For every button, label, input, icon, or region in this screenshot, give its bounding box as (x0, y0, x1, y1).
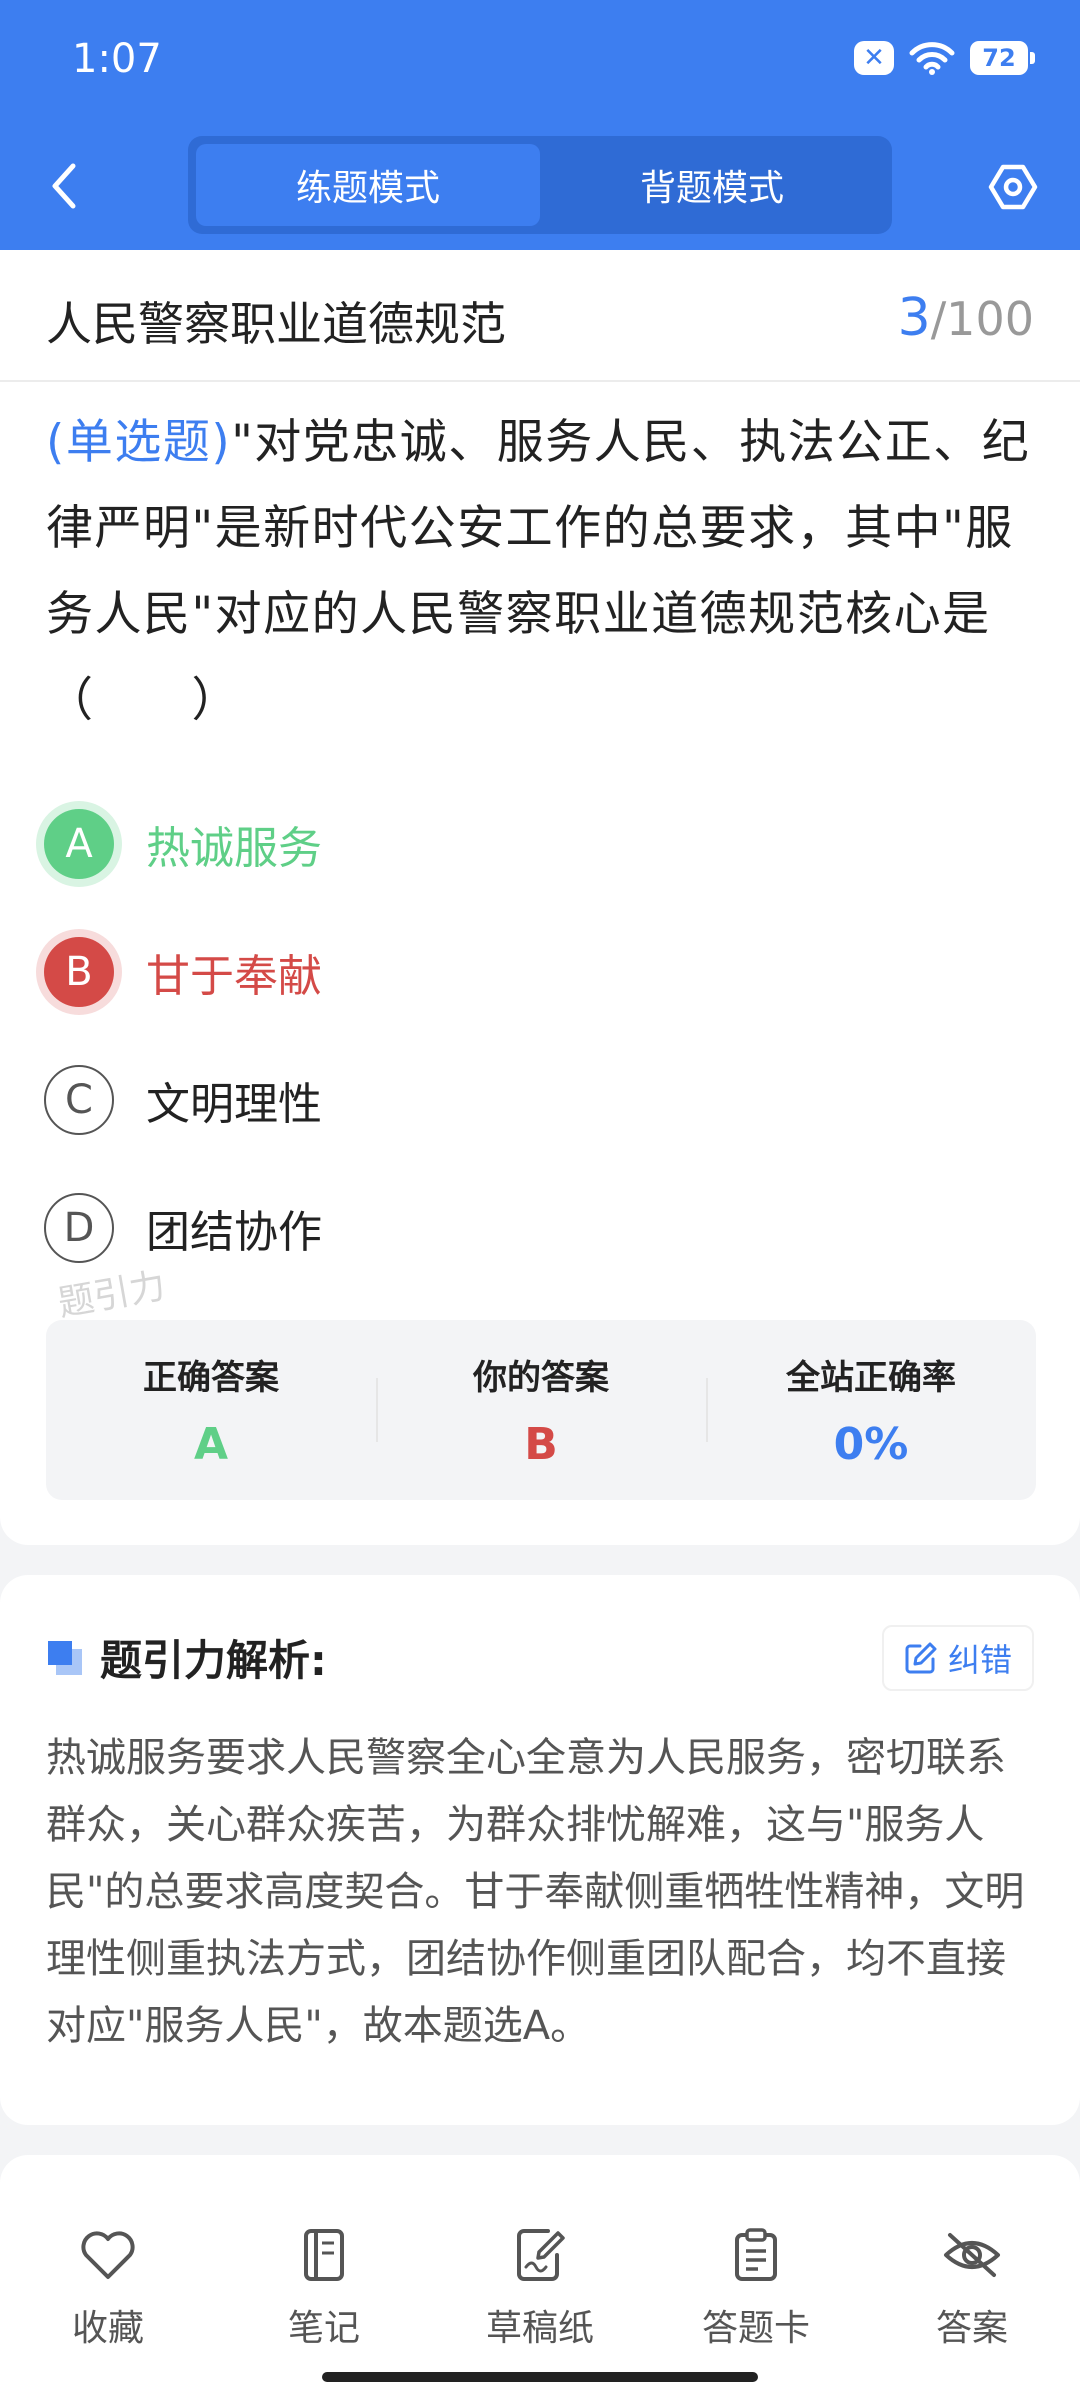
nav-label: 收藏 (71, 2308, 144, 2349)
nav-notes[interactable]: 笔记 (234, 2195, 414, 2400)
nav-draft[interactable]: 草稿纸 (450, 2195, 630, 2400)
chevron-left-icon (52, 163, 76, 209)
settings-button[interactable] (984, 158, 1042, 216)
battery-indicator: 72 (970, 41, 1035, 75)
header: 1:07 ✕ 72 练题模式 背题模式 (0, 0, 1080, 250)
option-d[interactable]: D 团结协作 (44, 1164, 1034, 1292)
nav-label: 答案 (935, 2308, 1008, 2349)
stat-your-answer: 你的答案 B (376, 1320, 706, 1500)
options-list: A 热诚服务 B 甘于奉献 C 文明理性 D 团结协作 (44, 780, 1034, 1292)
nav-answer-sheet[interactable]: 答题卡 (666, 2195, 846, 2400)
stat-label: 全站正确率 (786, 1358, 956, 1398)
option-c[interactable]: C 文明理性 (44, 1036, 1034, 1164)
report-error-button[interactable]: 纠错 (881, 1625, 1034, 1691)
progress-current: 3 (897, 288, 931, 348)
option-text: 团结协作 (146, 1207, 322, 1258)
eye-off-icon (942, 2225, 1002, 2285)
section-title: 人民警察职业道德规范 (46, 297, 506, 351)
stat-value: A (193, 1419, 229, 1470)
analysis-squares-icon (48, 1640, 82, 1675)
bottom-toolbar: 收藏 笔记 草稿纸 答题卡 答案 (0, 2195, 1080, 2400)
option-letter: D (44, 1193, 114, 1263)
notebook-icon (294, 2225, 354, 2285)
nav-label: 笔记 (287, 2308, 360, 2349)
stat-value: 0% (833, 1419, 909, 1470)
home-indicator (322, 2372, 758, 2382)
stat-value: B (524, 1419, 558, 1470)
option-text: 文明理性 (146, 1079, 322, 1130)
draft-icon (510, 2225, 570, 2285)
tab-memorize-mode[interactable]: 背题模式 (540, 144, 884, 226)
notification-x-icon: ✕ (854, 41, 894, 75)
stat-accuracy-rate: 全站正确率 0% (706, 1320, 1036, 1500)
wifi-icon (909, 42, 955, 75)
question-progress: 3/100 (898, 288, 1034, 348)
progress-total: /100 (930, 292, 1034, 346)
analysis-card: 题引力解析: 纠错 热诚服务要求人民警察全心全意为人民服务，密切联系群众，关心群… (0, 1575, 1080, 2125)
status-time: 1:07 (72, 36, 162, 82)
nav-label: 答题卡 (701, 2308, 810, 2349)
heart-icon (78, 2225, 138, 2285)
question-card: 人民警察职业道德规范 3/100 (单选题)"对党忠诚、服务人民、执法公正、纪律… (0, 250, 1080, 1545)
option-text: 热诚服务 (146, 823, 322, 874)
mode-toggle: 练题模式 背题模式 (188, 136, 892, 234)
analysis-header: 题引力解析: (46, 1627, 327, 1688)
nav-favorite[interactable]: 收藏 (18, 2195, 198, 2400)
option-letter: A (44, 809, 114, 879)
back-button[interactable] (42, 156, 86, 216)
stat-label: 你的答案 (473, 1358, 609, 1398)
status-icons: ✕ 72 (854, 40, 1035, 76)
option-a[interactable]: A 热诚服务 (44, 780, 1034, 908)
analysis-title: 题引力解析: (100, 1636, 327, 1685)
nav-answer[interactable]: 答案 (882, 2195, 1062, 2400)
answer-stats: 正确答案 A 你的答案 B 全站正确率 0% (46, 1320, 1036, 1500)
clipboard-icon (726, 2225, 786, 2285)
title-row: 人民警察职业道德规范 3/100 (0, 250, 1080, 382)
nav-label: 草稿纸 (485, 2308, 594, 2349)
option-text: 甘于奉献 (146, 951, 322, 1002)
question-type: (单选题) (46, 415, 232, 470)
stat-label: 正确答案 (143, 1358, 279, 1398)
tab-practice-mode[interactable]: 练题模式 (196, 144, 540, 226)
option-letter: B (44, 937, 114, 1007)
option-b[interactable]: B 甘于奉献 (44, 908, 1034, 1036)
edit-icon (905, 1642, 937, 1674)
settings-hex-icon (988, 164, 1038, 210)
analysis-text: 热诚服务要求人民警察全心全意为人民服务，密切联系群众，关心群众疾苦，为群众排忧解… (46, 1735, 1025, 2049)
option-letter: C (44, 1065, 114, 1135)
report-label: 纠错 (947, 1641, 1012, 1679)
stat-correct-answer: 正确答案 A (46, 1320, 376, 1500)
question-text: (单选题)"对党忠诚、服务人民、执法公正、纪律严明"是新时代公安工作的总要求，其… (46, 400, 1036, 744)
